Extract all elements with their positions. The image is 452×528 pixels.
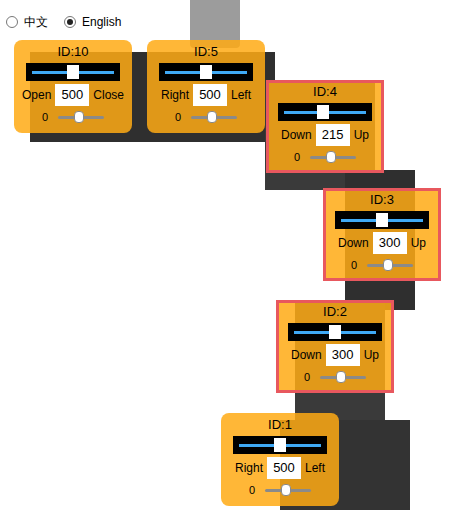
slider-handle[interactable] [376,213,388,227]
value-field[interactable]: 300 [373,232,407,254]
offset-slider[interactable] [310,150,356,164]
offset-slider[interactable] [320,370,366,384]
offset-handle[interactable] [383,259,393,271]
offset-value: 0 [175,109,181,126]
right-label: Up [364,346,379,364]
position-slider[interactable] [278,103,372,121]
value-field[interactable]: 500 [267,457,301,479]
radio-icon[interactable] [64,16,76,28]
slider-handle[interactable] [317,105,329,119]
right-label: Close [93,86,124,104]
offset-handle[interactable] [336,371,346,383]
value-field[interactable]: 215 [316,124,350,146]
left-label: Down [281,126,312,144]
offset-handle[interactable] [207,111,217,123]
language-option[interactable]: 中文 [6,13,48,31]
value-field[interactable]: 500 [193,84,227,106]
servo-id: ID:1 [268,417,292,433]
offset-handle[interactable] [74,111,84,123]
servo-control-page: 中文EnglishID:10Open500Close0ID:5Right500L… [0,0,452,528]
left-label: Down [338,234,369,252]
position-slider[interactable] [159,63,253,81]
right-label: Up [411,234,426,252]
servo-panel: ID:3 Down300Up 0 [323,188,441,281]
right-label: Left [231,86,251,104]
offset-value: 0 [249,482,255,499]
slider-handle[interactable] [274,438,286,452]
servo-id: ID:4 [313,84,337,100]
offset-slider[interactable] [191,110,237,124]
servo-id: ID:3 [370,192,394,208]
servo-panel: ID:10 Open500Close 0 [14,40,132,133]
left-label: Down [291,346,322,364]
servo-id: ID:5 [194,44,218,60]
position-slider[interactable] [288,323,382,341]
servo-panel: ID:5 Right500Left 0 [147,40,265,133]
offset-value: 0 [304,369,310,386]
offset-value: 0 [294,149,300,166]
right-label: Up [354,126,369,144]
offset-slider[interactable] [58,110,104,124]
position-slider[interactable] [233,436,327,454]
offset-slider[interactable] [265,483,311,497]
language-option[interactable]: English [64,13,121,31]
servo-id: ID:2 [323,304,347,320]
position-slider[interactable] [26,63,120,81]
offset-slider[interactable] [367,258,413,272]
slider-handle[interactable] [329,325,341,339]
slider-handle[interactable] [67,65,79,79]
left-label: Right [161,86,189,104]
servo-panel: ID:4 Down215Up 0 [266,80,384,173]
value-field[interactable]: 500 [55,84,89,106]
servo-panel: ID:1 Right500Left 0 [221,413,339,506]
offset-handle[interactable] [281,484,291,496]
left-label: Open [22,86,51,104]
language-selector: 中文 English [6,13,121,31]
value-field[interactable]: 300 [326,344,360,366]
left-label: Right [235,459,263,477]
offset-value: 0 [351,257,357,274]
right-label: Left [305,459,325,477]
radio-icon[interactable] [6,16,18,28]
servo-panel: ID:2 Down300Up 0 [276,300,394,393]
position-slider[interactable] [335,211,429,229]
offset-handle[interactable] [326,151,336,163]
slider-handle[interactable] [200,65,212,79]
servo-id: ID:10 [57,44,88,60]
offset-value: 0 [42,109,48,126]
